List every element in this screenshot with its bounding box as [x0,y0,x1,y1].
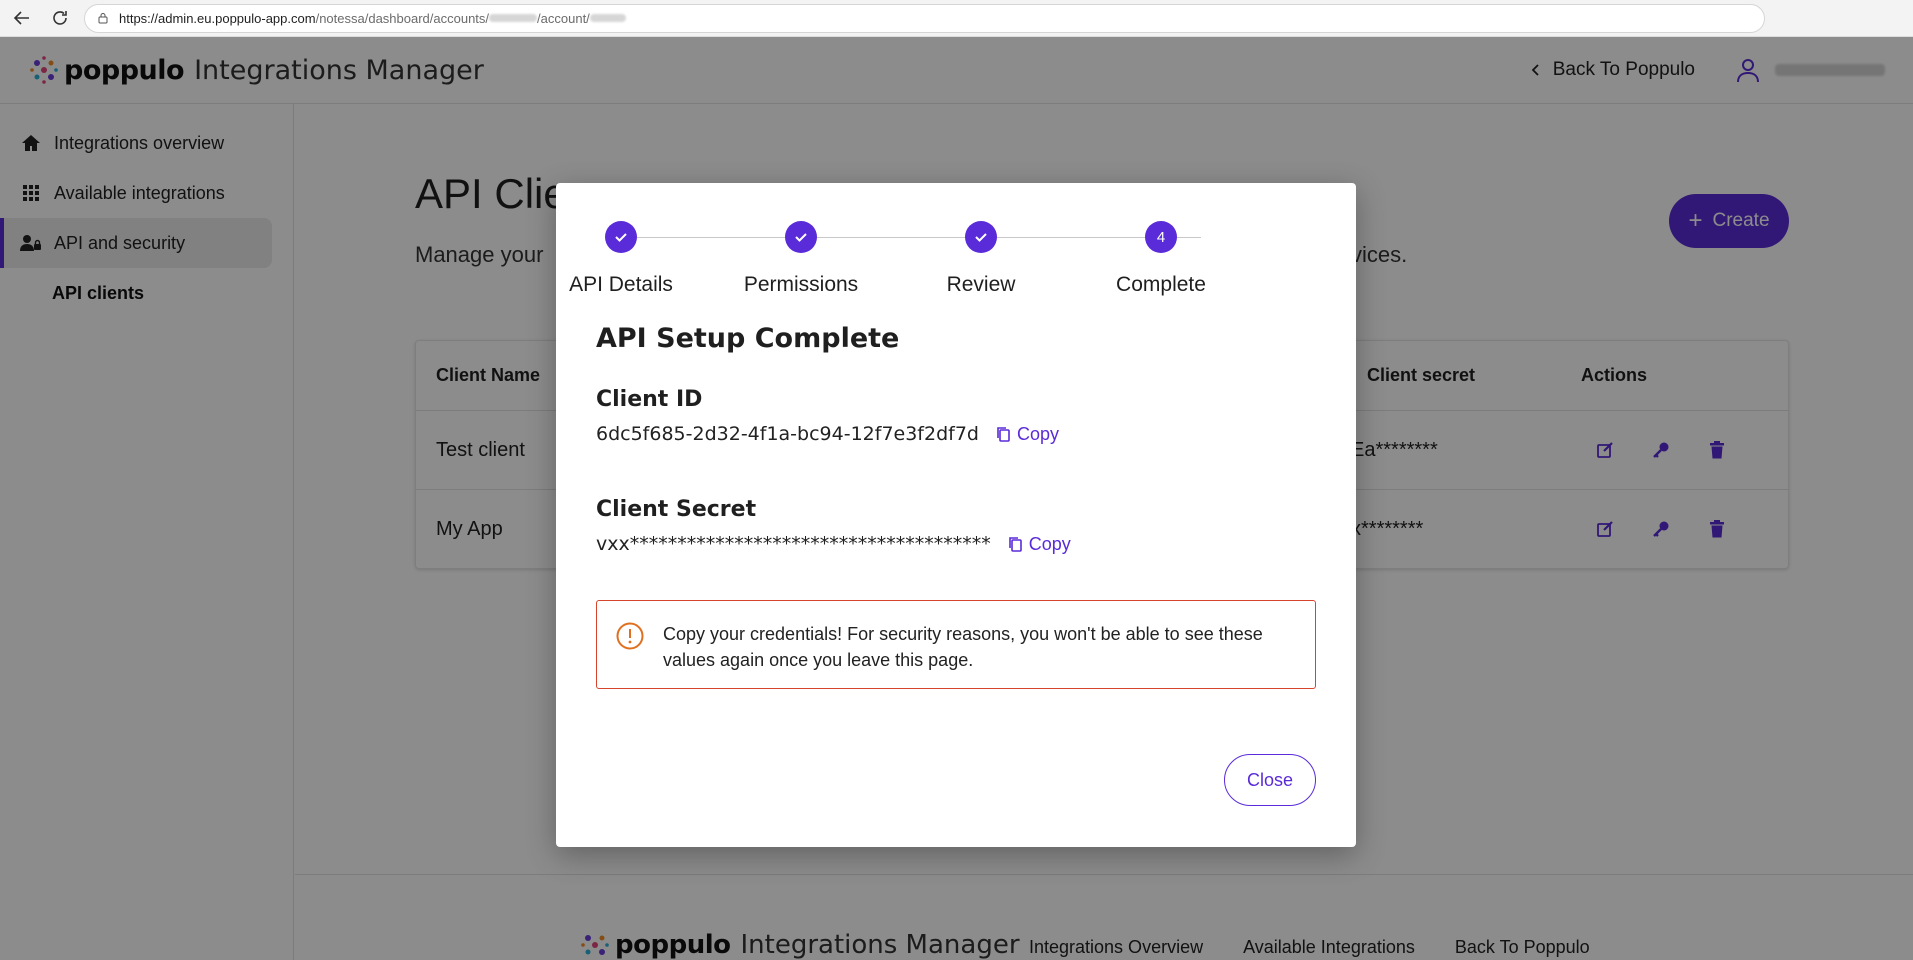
client-id-value: 6dc5f685-2d32-4f1a-bc94-12f7e3f2df7d [596,423,979,445]
check-icon [965,221,997,253]
address-bar[interactable]: https://admin.eu.poppulo-app.com /notess… [84,3,1765,33]
copy-client-id-button[interactable]: Copy [995,424,1059,445]
client-secret-label: Client Secret [596,497,757,522]
step-label: Permissions [743,273,859,296]
step-review: Review [901,221,1061,297]
credentials-warning: Copy your credentials! For security reas… [596,600,1316,689]
step-label: Complete [1116,273,1206,296]
check-icon [605,221,637,253]
warning-text: Copy your credentials! For security reas… [663,624,1263,670]
copy-client-secret-button[interactable]: Copy [1007,534,1071,555]
copy-label: Copy [1028,533,1071,554]
step-permissions: Permissions [721,221,881,297]
reload-icon[interactable] [46,4,74,32]
dialog-title: API Setup Complete [596,323,900,354]
copy-icon [997,427,1010,442]
api-setup-dialog: API Details Permissions Review 4 Complet… [556,183,1356,847]
close-button[interactable]: Close [1224,754,1316,806]
client-id-row: 6dc5f685-2d32-4f1a-bc94-12f7e3f2df7d Cop… [596,423,1059,445]
lock-icon [97,12,109,24]
browser-toolbar: https://admin.eu.poppulo-app.com /notess… [0,0,1913,37]
step-number: 4 [1145,221,1177,253]
url-path: /notessa/dashboard/accounts/ [315,10,490,26]
step-api-details: API Details [541,221,701,297]
client-id-label: Client ID [596,387,703,412]
step-label: API Details [569,273,673,296]
setup-stepper: API Details Permissions Review 4 Complet… [569,221,1206,311]
warning-icon [616,622,644,650]
copy-icon [1008,537,1022,552]
back-arrow-icon[interactable] [8,4,36,32]
url-path-2: /account/ [537,10,590,26]
step-label: Review [946,273,1016,296]
client-secret-value: vxx*************************************… [596,533,991,555]
redacted-id [589,14,626,22]
client-secret-row: vxx*************************************… [596,533,1071,555]
copy-label: Copy [1017,423,1060,444]
redacted-account [489,14,538,22]
url-host: https://admin.eu.poppulo-app.com [119,10,316,26]
step-complete: 4 Complete [1081,221,1241,297]
check-icon [785,221,817,253]
